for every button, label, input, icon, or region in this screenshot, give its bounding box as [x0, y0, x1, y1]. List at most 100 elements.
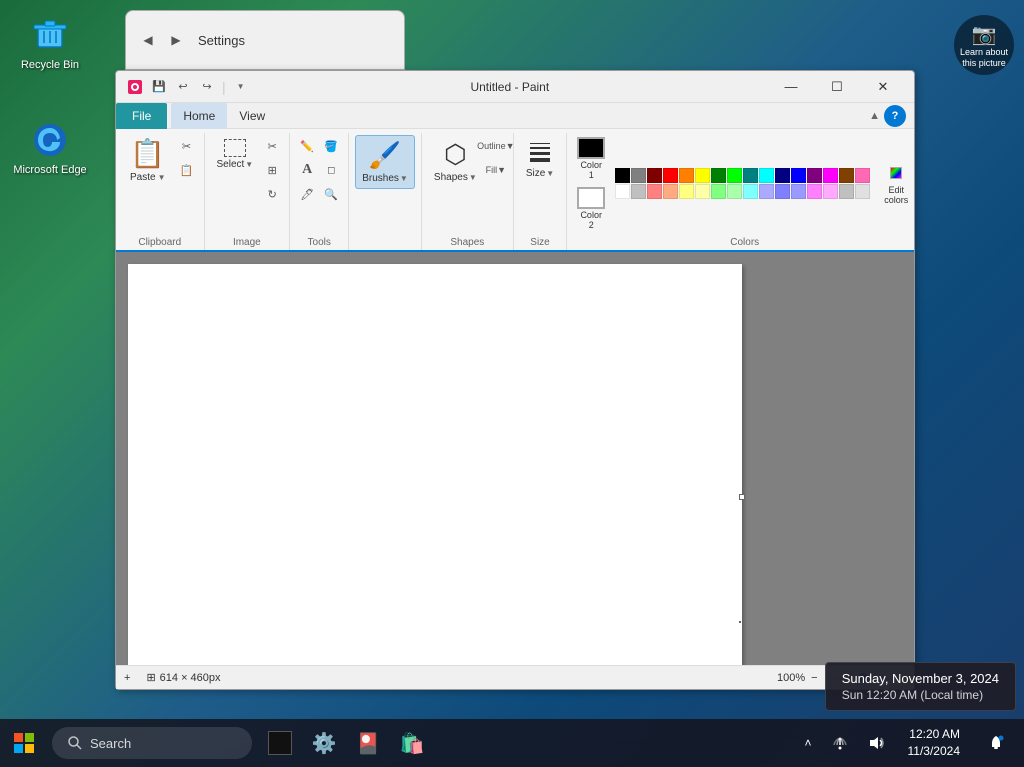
edge-image — [30, 120, 70, 160]
taskbar-blackscreen[interactable] — [260, 723, 300, 763]
fill-tool[interactable]: 🪣 — [320, 135, 342, 157]
text-tool[interactable]: A — [296, 159, 318, 181]
edge-label: Microsoft Edge — [13, 164, 86, 176]
swatch-ltred[interactable] — [647, 184, 662, 199]
image-btn-col: ✂ ⊞ ↻ — [261, 135, 283, 205]
resize-button[interactable]: ⊞ — [261, 159, 283, 181]
canvas-container[interactable] — [116, 252, 914, 665]
swatch-green[interactable] — [727, 168, 742, 183]
brushes-button[interactable]: 🖌️ Brushes▼ — [355, 135, 415, 189]
color1-button[interactable]: Color1 — [573, 135, 609, 183]
pencil-tool[interactable]: ✏️ — [296, 135, 318, 157]
swatch-teal[interactable] — [743, 168, 758, 183]
start-button[interactable] — [0, 719, 48, 767]
quick-access-dropdown[interactable]: ▼ — [230, 76, 252, 98]
size-label: Size▼ — [526, 168, 554, 179]
taskbar-settings[interactable]: ⚙️ — [304, 723, 344, 763]
swatch-ltblue[interactable] — [775, 184, 790, 199]
collapse-ribbon-btn[interactable]: ▲ — [869, 110, 880, 122]
swatch-ltpurple[interactable] — [807, 184, 822, 199]
taskbar: Search ⚙️ 🎴 🛍️ ˄ — [0, 719, 1024, 767]
fill-dropdown[interactable]: Fill▼ — [485, 159, 507, 181]
swatch-magenta[interactable] — [823, 168, 838, 183]
zoom-out-btn[interactable]: − — [809, 672, 819, 684]
swatch-silver[interactable] — [631, 184, 646, 199]
magnify-tool[interactable]: 🔍 — [320, 183, 342, 205]
redo-quick-btn[interactable]: ↪ — [196, 76, 218, 98]
outline-dropdown[interactable]: Outline▼ — [485, 135, 507, 157]
search-bar[interactable]: Search — [52, 727, 252, 759]
swatch-darkred[interactable] — [647, 168, 662, 183]
paint-canvas[interactable] — [128, 264, 742, 665]
minimize-button[interactable]: — — [768, 72, 814, 102]
size-button[interactable]: Size▼ — [520, 135, 560, 183]
swatch-ltpink[interactable] — [823, 184, 838, 199]
swatch-navy[interactable] — [775, 168, 790, 183]
crop-button[interactable]: ✂ — [261, 135, 283, 157]
size-section: Size▼ Size — [514, 133, 567, 250]
taskbar-store[interactable]: 🛍️ — [392, 723, 432, 763]
swatch-gray[interactable] — [631, 168, 646, 183]
swatch-ltgray[interactable] — [839, 184, 854, 199]
swatch-offwhite[interactable] — [855, 184, 870, 199]
taskbar-widgets[interactable]: 🎴 — [348, 723, 388, 763]
maximize-button[interactable]: ☐ — [814, 72, 860, 102]
datetime-tooltip: Sunday, November 3, 2024 Sun 12:20 AM (L… — [825, 662, 1016, 711]
swatch-yellow[interactable] — [695, 168, 710, 183]
swatch-orange[interactable] — [679, 168, 694, 183]
help-button[interactable]: ? — [884, 105, 906, 127]
recycle-bin-icon[interactable]: Recycle Bin — [10, 15, 90, 71]
add-icon: + — [124, 672, 130, 684]
size-line-3 — [530, 152, 550, 155]
settings-icon: ⚙️ — [312, 731, 337, 756]
swatch-red[interactable] — [663, 168, 678, 183]
edit-colors-button[interactable]: Editcolors — [876, 158, 916, 210]
settings-nav-forward[interactable]: ▶ — [162, 26, 190, 54]
tray-clock[interactable]: 12:20 AM 11/3/2024 — [896, 722, 973, 764]
color2-button[interactable]: Color2 — [573, 185, 609, 233]
close-button[interactable]: ✕ — [860, 72, 906, 102]
view-menu[interactable]: View — [227, 103, 277, 129]
swatch-cream[interactable] — [695, 184, 710, 199]
edge-icon[interactable]: Microsoft Edge — [10, 120, 90, 176]
swatch-blue[interactable] — [791, 168, 806, 183]
swatch-mintgreen[interactable] — [727, 184, 742, 199]
swatch-salmon[interactable] — [663, 184, 678, 199]
tray-sound[interactable] — [860, 731, 892, 755]
clipboard-tools: 📋 Paste ▼ ✂ 📋 — [120, 133, 200, 235]
notification-button[interactable] — [976, 723, 1016, 763]
settings-nav-back[interactable]: ◀ — [134, 26, 162, 54]
rotate-button[interactable]: ↻ — [261, 183, 283, 205]
tray-network[interactable] — [824, 731, 856, 755]
copy-button[interactable]: 📋 — [176, 159, 198, 181]
swatch-ltcyan[interactable] — [743, 184, 758, 199]
handle-right-mid[interactable] — [739, 494, 745, 500]
swatch-cyan[interactable] — [759, 168, 774, 183]
paste-button[interactable]: 📋 Paste ▼ — [122, 135, 174, 185]
swatch-ltgreen[interactable] — [711, 184, 726, 199]
swatch-darkgreen[interactable] — [711, 168, 726, 183]
learn-about-picture[interactable]: 📷 Learn aboutthis picture — [954, 15, 1014, 75]
swatch-brown[interactable] — [839, 168, 854, 183]
tray-chevron[interactable]: ˄ — [796, 732, 819, 754]
swatch-skyblue[interactable] — [759, 184, 774, 199]
swatch-pink-special[interactable] — [855, 168, 870, 183]
eraser-tool[interactable]: ◻ — [320, 159, 342, 181]
file-menu[interactable]: File — [116, 103, 167, 129]
swatch-black[interactable] — [615, 168, 630, 183]
swatch-ltyellow[interactable] — [679, 184, 694, 199]
save-quick-btn[interactable]: 💾 — [148, 76, 170, 98]
swatch-purple[interactable] — [807, 168, 822, 183]
home-menu[interactable]: Home — [171, 103, 227, 129]
eyedropper-tool[interactable]: 🖊 — [296, 183, 318, 205]
add-item[interactable]: + — [124, 672, 130, 684]
search-placeholder: Search — [90, 736, 131, 751]
tools-grid: ✏️ 🪣 A ◻ 🖊 🔍 — [296, 135, 342, 205]
undo-quick-btn[interactable]: ↩ — [172, 76, 194, 98]
cut-button[interactable]: ✂ — [176, 135, 198, 157]
shapes-button[interactable]: ⬡ Shapes▼ — [428, 135, 483, 187]
swatch-white[interactable] — [615, 184, 630, 199]
swatch-lavender[interactable] — [791, 184, 806, 199]
paste-icon: 📋 — [130, 137, 165, 170]
select-button[interactable]: Select▼ — [211, 135, 260, 174]
